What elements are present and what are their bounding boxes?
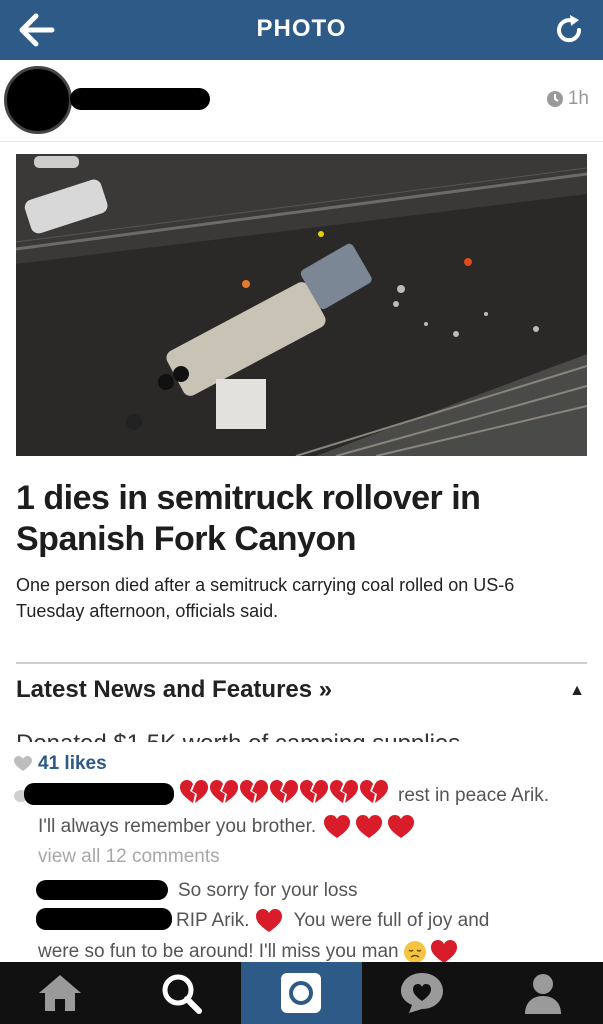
collapse-caret-icon: ▲ <box>569 682 585 699</box>
comment-1 <box>180 780 392 816</box>
search-icon <box>162 974 202 1014</box>
post-header: 1h <box>0 62 603 142</box>
red-heart-icon <box>430 940 457 963</box>
article-summary: One person died after a semitruck carryi… <box>16 575 515 621</box>
comment-2-rip: RIP Arik. <box>176 910 250 931</box>
activity-heart-bubble-icon <box>401 973 444 1013</box>
camera-icon <box>281 973 322 1013</box>
likes-count: 41 likes <box>38 753 107 774</box>
bottom-nav <box>0 962 603 1024</box>
sad-face-emoji-icon <box>403 941 426 963</box>
red-heart-icon <box>255 909 282 932</box>
comment-1-line2: I'll always remember you brother. <box>38 812 418 842</box>
redacted-username[interactable] <box>70 88 210 110</box>
redacted-commenter[interactable] <box>24 783 174 805</box>
redacted-commenter-2[interactable] <box>36 880 168 900</box>
article-headline: 1 dies in semitruck rollover in Spanish … <box>16 479 481 558</box>
redacted-commenter-2b <box>36 908 172 930</box>
page-title: PHOTO <box>256 15 347 42</box>
view-all-comments-link[interactable]: view all 12 comments <box>38 846 220 868</box>
section-divider <box>16 662 587 664</box>
home-icon <box>39 975 82 1011</box>
comment-2-line1: So sorry for your loss <box>178 880 358 901</box>
heart-icon <box>14 756 32 771</box>
nav-activity[interactable] <box>362 962 483 1024</box>
comment-2-line2: RIP Arik. You were full of joy and <box>176 906 489 936</box>
accident-photo <box>16 154 587 456</box>
section-heading: Latest News and Features » <box>16 676 333 703</box>
nav-profile[interactable] <box>482 962 603 1024</box>
comment-1-line2-text: I'll always remember you brother. <box>38 816 317 837</box>
nav-home[interactable] <box>0 962 121 1024</box>
top-bar: PHOTO <box>0 0 603 60</box>
clock-icon <box>546 91 563 107</box>
post-image[interactable]: 1 dies in semitruck rollover in Spanish … <box>0 142 603 742</box>
profile-icon <box>524 974 561 1014</box>
likes-row[interactable]: 41 likes <box>14 753 107 775</box>
refresh-icon[interactable] <box>551 12 587 48</box>
post-time: 1h <box>546 88 589 110</box>
nav-camera[interactable] <box>241 962 362 1024</box>
nav-search[interactable] <box>121 962 242 1024</box>
broken-heart-emojis-icon <box>180 780 388 803</box>
red-hearts-icon <box>324 815 415 838</box>
comment-2-rest: You were full of joy and <box>293 910 490 931</box>
avatar[interactable] <box>4 66 72 134</box>
post-time-label: 1h <box>567 88 589 109</box>
comment-1-text: rest in peace Arik. <box>398 785 550 806</box>
truncated-headline: Donated $1.5K worth of camping supplies <box>16 730 536 742</box>
